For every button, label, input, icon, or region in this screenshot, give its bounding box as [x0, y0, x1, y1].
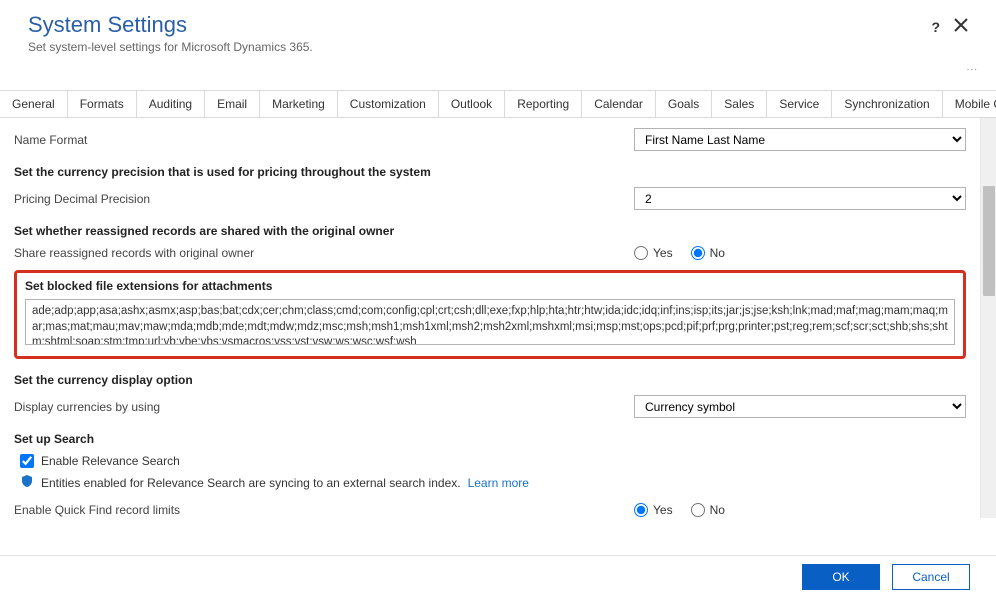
tab-auditing[interactable]: Auditing: [137, 91, 205, 117]
name-format-select[interactable]: First Name Last Name: [634, 128, 966, 151]
tab-marketing[interactable]: Marketing: [260, 91, 338, 117]
reassigned-no-label: No: [710, 246, 725, 260]
tab-email[interactable]: Email: [205, 91, 260, 117]
blocked-extensions-highlight: Set blocked file extensions for attachme…: [14, 270, 966, 359]
tab-outlook[interactable]: Outlook: [439, 91, 505, 117]
name-format-label: Name Format: [14, 133, 634, 147]
blocked-extensions-input[interactable]: [25, 299, 955, 345]
scrollbar-thumb[interactable]: [983, 186, 995, 296]
quick-find-no-radio[interactable]: [691, 503, 705, 517]
header-actions: ?: [931, 18, 968, 35]
tab-mobile-client[interactable]: Mobile Client: [943, 91, 996, 117]
quick-find-no[interactable]: No: [691, 503, 725, 517]
tab-customization[interactable]: Customization: [338, 91, 439, 117]
reassigned-yes-radio[interactable]: [634, 246, 648, 260]
pricing-precision-label: Pricing Decimal Precision: [14, 192, 634, 206]
ok-button[interactable]: OK: [802, 564, 880, 590]
tab-calendar[interactable]: Calendar: [582, 91, 656, 117]
quick-find-label: Enable Quick Find record limits: [14, 503, 634, 517]
overflow-ellipsis[interactable]: ...: [967, 62, 978, 73]
page-title: System Settings: [28, 12, 968, 38]
page-subtitle: Set system-level settings for Microsoft …: [28, 40, 968, 54]
quick-find-no-label: No: [710, 503, 725, 517]
reassigned-yes-label: Yes: [653, 246, 673, 260]
currency-display-select[interactable]: Currency symbol: [634, 395, 966, 418]
quick-find-yes-radio[interactable]: [634, 503, 648, 517]
help-icon[interactable]: ?: [931, 19, 940, 35]
dialog-header: System Settings Set system-level setting…: [0, 0, 996, 62]
vertical-scrollbar[interactable]: [980, 118, 996, 518]
currency-display-label: Display currencies by using: [14, 400, 634, 414]
tab-general[interactable]: General: [0, 91, 68, 117]
tab-sales[interactable]: Sales: [712, 91, 767, 117]
pricing-precision-select[interactable]: 2: [634, 187, 966, 210]
quick-find-yes-label: Yes: [653, 503, 673, 517]
enable-relevance-checkbox[interactable]: [20, 454, 34, 468]
pricing-precision-heading: Set the currency precision that is used …: [14, 165, 966, 179]
blocked-ext-heading: Set blocked file extensions for attachme…: [25, 279, 955, 293]
close-icon[interactable]: [954, 18, 968, 35]
tab-formats[interactable]: Formats: [68, 91, 137, 117]
reassigned-no-radio[interactable]: [691, 246, 705, 260]
quick-find-yes[interactable]: Yes: [634, 503, 673, 517]
cancel-button[interactable]: Cancel: [892, 564, 970, 590]
tab-goals[interactable]: Goals: [656, 91, 712, 117]
reassigned-label: Share reassigned records with original o…: [14, 246, 634, 260]
currency-display-heading: Set the currency display option: [14, 373, 966, 387]
tab-reporting[interactable]: Reporting: [505, 91, 582, 117]
search-heading: Set up Search: [14, 432, 966, 446]
relevance-info-text: Entities enabled for Relevance Search ar…: [41, 476, 461, 490]
tab-synchronization[interactable]: Synchronization: [832, 91, 942, 117]
reassigned-no[interactable]: No: [691, 246, 725, 260]
tab-service[interactable]: Service: [767, 91, 832, 117]
learn-more-link[interactable]: Learn more: [468, 476, 529, 490]
tab-bar: General Formats Auditing Email Marketing…: [0, 90, 996, 118]
reassigned-heading: Set whether reassigned records are share…: [14, 224, 966, 238]
shield-icon: [20, 474, 34, 491]
dialog-footer: OK Cancel: [0, 555, 996, 598]
reassigned-yes[interactable]: Yes: [634, 246, 673, 260]
settings-content: Name Format First Name Last Name Set the…: [0, 118, 980, 518]
enable-relevance-label: Enable Relevance Search: [41, 454, 180, 468]
